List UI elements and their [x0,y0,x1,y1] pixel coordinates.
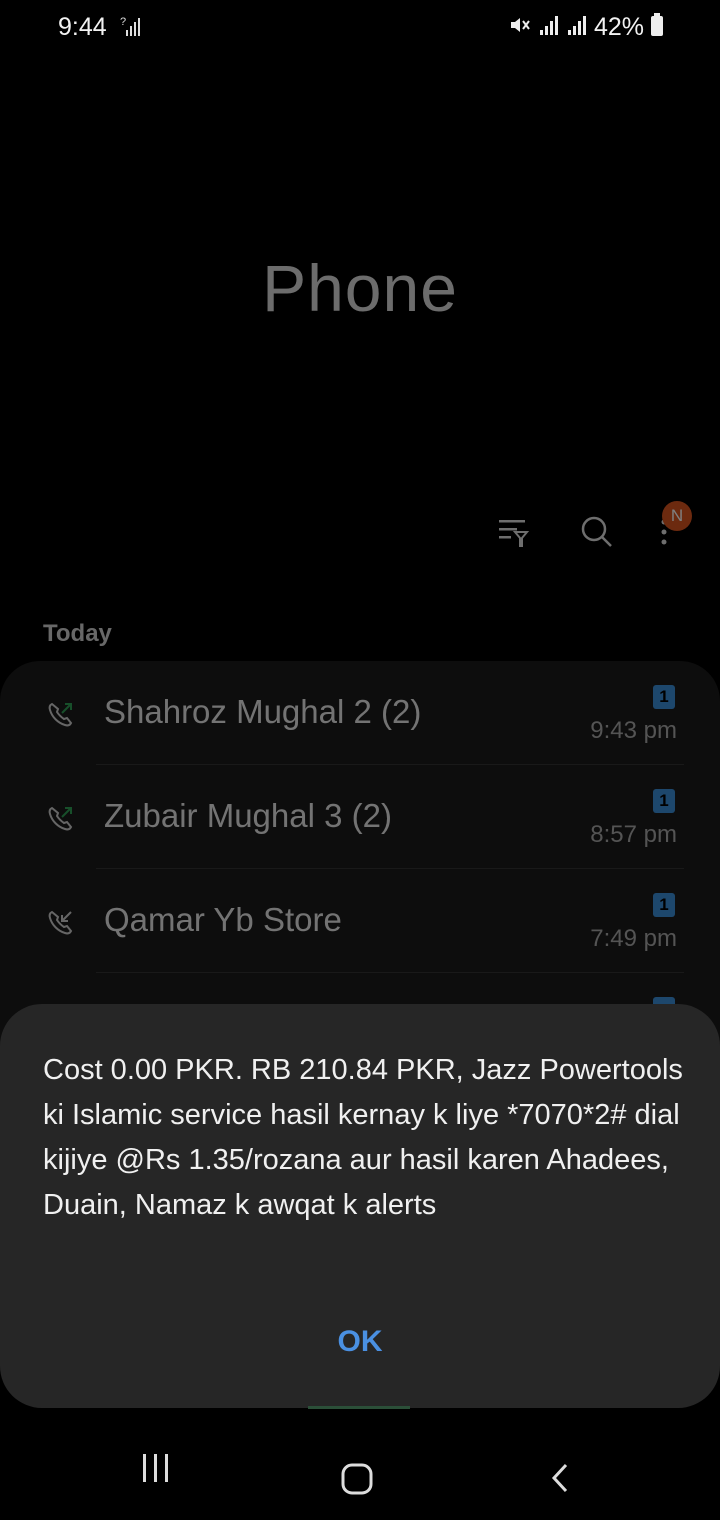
battery-icon [650,13,664,42]
dialog-message: Cost 0.00 PKR. RB 210.84 PKR, Jazz Power… [43,1054,683,1221]
call-time: 7:49 pm [590,925,677,952]
back-icon[interactable] [530,1448,590,1508]
recents-icon[interactable] [126,1448,186,1508]
call-time: 8:57 pm [590,821,677,848]
mute-icon [508,13,532,42]
contact-name: Qamar Yb Store [104,901,342,938]
svg-text:?: ? [120,16,126,28]
outgoing-call-icon [44,803,76,835]
call-log-row[interactable]: Zubair Mughal 3 (2) 1 8:57 pm [0,765,720,869]
notification-badge: N [662,501,692,531]
ok-button[interactable]: OK [300,1314,420,1370]
signal-question-icon: ? [120,14,142,43]
incoming-call-icon [44,907,76,939]
status-icons: 42% [508,13,664,42]
home-icon[interactable] [327,1448,387,1508]
search-icon[interactable] [577,512,617,552]
navigation-bar [0,1430,720,1520]
call-time: 9:43 pm [590,717,677,744]
sim-badge: 1 [653,789,675,813]
page-title: Phone [262,251,458,325]
contact-name: Zubair Mughal 3 (2) [104,797,392,834]
contact-name: Shahroz Mughal 2 (2) [104,693,422,730]
call-log-row[interactable]: Qamar Yb Store 1 7:49 pm [0,869,720,973]
filter-icon[interactable] [493,512,533,552]
status-bar: 9:44 ? 42% [0,0,720,58]
sim-badge: 1 [653,685,675,709]
status-time: 9:44 [58,13,107,41]
call-log-row[interactable]: Shahroz Mughal 2 (2) 1 9:43 pm [0,661,720,765]
signal-icon-1 [538,14,560,41]
ussd-message-dialog: Cost 0.00 PKR. RB 210.84 PKR, Jazz Power… [0,1004,720,1408]
section-header-today: Today [43,620,112,647]
battery-percent: 42% [593,13,644,41]
dialog-bottom-indicator [308,1406,410,1409]
sim-badge: 1 [653,893,675,917]
outgoing-call-icon [44,699,76,731]
signal-icon-2 [566,14,588,41]
